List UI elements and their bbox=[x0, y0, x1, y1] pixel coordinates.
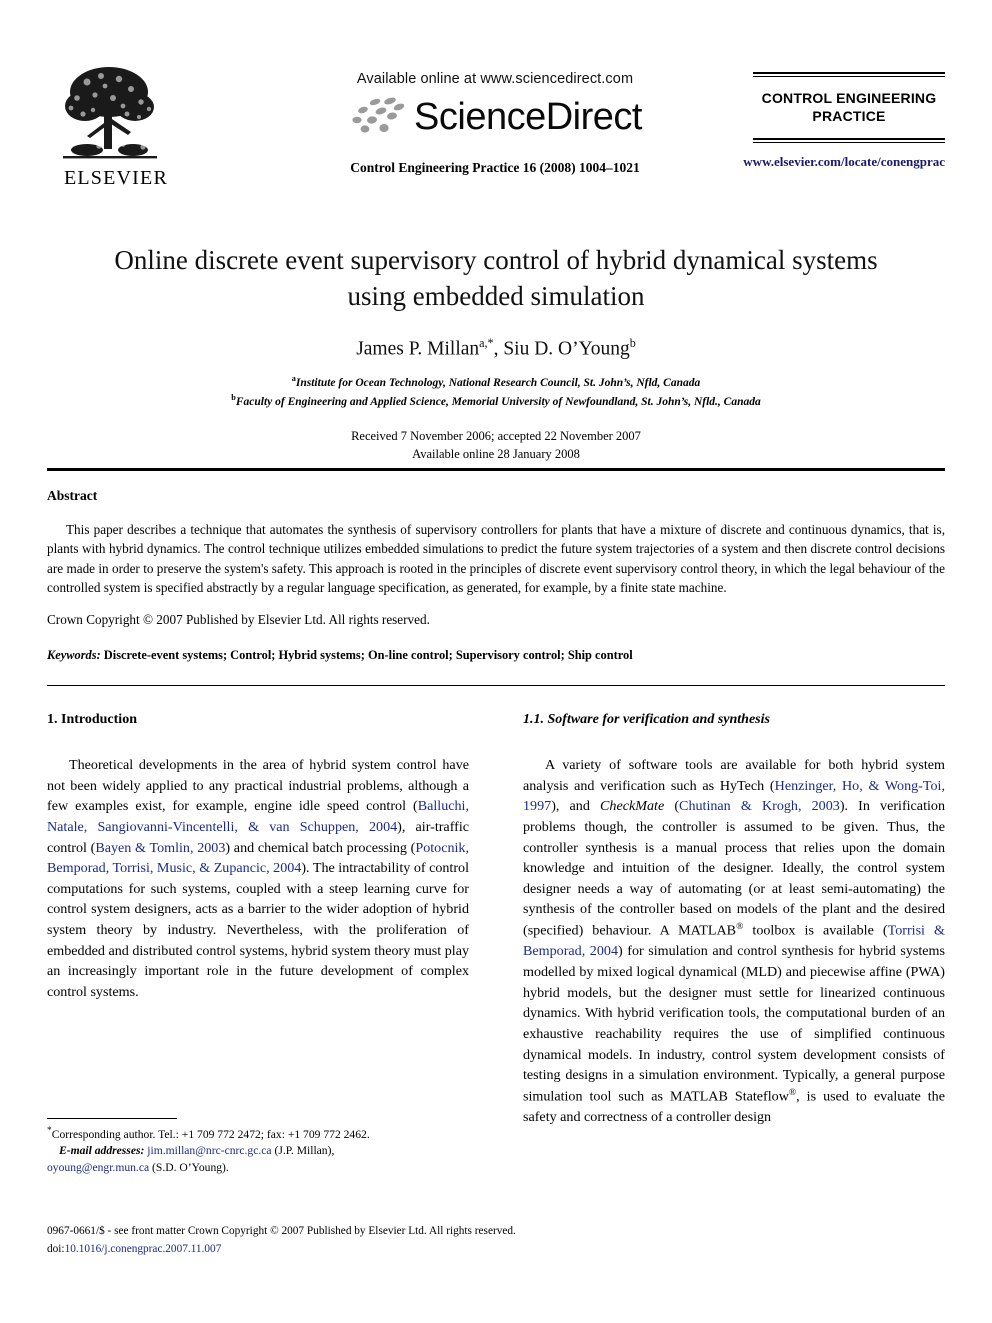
section-heading-introduction: 1. Introduction bbox=[47, 712, 137, 727]
author-list: James P. Millana,*, Siu D. O’Youngb bbox=[47, 336, 945, 361]
online-date: Available online 28 January 2008 bbox=[412, 447, 580, 462]
email-owner-2: (S.D. O’Young). bbox=[149, 1160, 229, 1174]
citation-link[interactable]: Bayen & Tomlin, 2003 bbox=[95, 840, 225, 856]
abstract-body: This paper describes a technique that au… bbox=[47, 522, 945, 595]
author-1-marker: a,* bbox=[479, 335, 494, 350]
journal-badge-title: CONTROL ENGINEERING PRACTICE bbox=[761, 90, 937, 124]
publication-dates: Received 7 November 2006; accepted 22 No… bbox=[47, 428, 945, 464]
email-line-2: oyoung@engr.mun.ca (S.D. O’Young). bbox=[47, 1160, 469, 1176]
author-2-marker: b bbox=[629, 335, 636, 350]
elsevier-logo: ELSEVIER bbox=[57, 62, 175, 190]
body-text-run: toolbox is available ( bbox=[743, 922, 888, 939]
abstract-heading: Abstract bbox=[47, 488, 98, 503]
column-right: 1.1. Software for verification and synth… bbox=[523, 712, 945, 1128]
body-text-run: ) and chemical batch processing ( bbox=[225, 839, 416, 856]
email-address-2[interactable]: oyoung@engr.mun.ca bbox=[47, 1161, 149, 1174]
abstract-section: Abstract This paper describes a techniqu… bbox=[47, 488, 945, 630]
keywords-line: Keywords: Discrete-event systems; Contro… bbox=[47, 648, 945, 663]
masthead: ELSEVIER Available online at www.science… bbox=[47, 58, 945, 208]
affiliation-b: bFaculty of Engineering and Applied Scie… bbox=[47, 392, 945, 411]
sciencedirect-logo-row: ScienceDirect bbox=[285, 95, 705, 139]
email-label: E-mail addresses: bbox=[59, 1144, 145, 1158]
divider-below-keywords bbox=[47, 685, 945, 686]
email-owner-1: (J.P. Millan), bbox=[271, 1144, 335, 1158]
body-text-run: ). The intractability of control computa… bbox=[47, 860, 469, 1001]
affiliation-a: aInstitute for Ocean Technology, Nationa… bbox=[47, 373, 945, 392]
email-line-1: E-mail addresses: jim.millan@nrc-cnrc.gc… bbox=[47, 1143, 469, 1159]
author-2-name: , Siu D. O’Young bbox=[493, 338, 630, 360]
journal-url-link[interactable]: www.elsevier.com/locate/conengprac bbox=[685, 154, 945, 170]
abstract-copyright: Crown Copyright © 2007 Published by Else… bbox=[47, 612, 430, 628]
available-online-text: Available online at www.sciencedirect.co… bbox=[356, 71, 634, 87]
body-text-run: ). In verification problems though, the … bbox=[523, 798, 945, 939]
affiliation-a-text: Institute for Ocean Technology, National… bbox=[295, 377, 701, 390]
title-block: Online discrete event supervisory contro… bbox=[47, 243, 945, 464]
keywords-label: Keywords: bbox=[47, 648, 101, 662]
received-date: Received 7 November 2006; accepted 22 No… bbox=[351, 429, 641, 444]
body-text-run: ( bbox=[664, 798, 680, 815]
elsevier-wordmark: ELSEVIER bbox=[63, 167, 169, 189]
affiliation-b-text: Faculty of Engineering and Applied Scien… bbox=[235, 396, 761, 409]
sciencedirect-block: Available online at www.sciencedirect.co… bbox=[285, 71, 705, 176]
sciencedirect-wordmark: ScienceDirect bbox=[414, 96, 642, 138]
body-text-run: ) for simulation and control synthesis f… bbox=[523, 943, 945, 1105]
software-paragraph: A variety of software tools are availabl… bbox=[523, 755, 945, 1128]
doi-line: doi:10.1016/j.conengprac.2007.11.007 bbox=[47, 1240, 945, 1258]
emphasis-text: CheckMate bbox=[600, 798, 665, 815]
footnote-block: *Corresponding author. Tel.: +1 709 772 … bbox=[47, 1118, 469, 1176]
section-heading-software: 1.1. Software for verification and synth… bbox=[523, 712, 770, 727]
column-left: 1. Introduction Theoretical developments… bbox=[47, 712, 469, 1003]
body-text-run: ), and bbox=[551, 798, 601, 815]
elsevier-tree-icon bbox=[57, 62, 163, 166]
sciencedirect-swoosh-icon bbox=[352, 97, 405, 133]
body-text-run: Theoretical developments in the area of … bbox=[47, 757, 469, 815]
corresponding-author-note: *Corresponding author. Tel.: +1 709 772 … bbox=[47, 1125, 469, 1143]
page-footer: 0967-0661/$ - see front matter Crown Cop… bbox=[47, 1222, 945, 1259]
email-address-1[interactable]: jim.millan@nrc-cnrc.gc.ca bbox=[147, 1144, 271, 1157]
journal-citation: Control Engineering Practice 16 (2008) 1… bbox=[350, 160, 640, 175]
intro-paragraph: Theoretical developments in the area of … bbox=[47, 755, 469, 1003]
citation-link[interactable]: Chutinan & Krogh, 2003 bbox=[679, 798, 840, 814]
footnote-rule bbox=[47, 1118, 177, 1119]
keywords-text: Discrete-event systems; Control; Hybrid … bbox=[100, 648, 633, 662]
affiliations: aInstitute for Ocean Technology, Nationa… bbox=[47, 373, 945, 411]
paper-page: ELSEVIER Available online at www.science… bbox=[0, 0, 992, 1323]
badge-rule-bottom bbox=[753, 137, 945, 143]
doi-label: doi: bbox=[47, 1243, 65, 1256]
page-title: Online discrete event supervisory contro… bbox=[114, 245, 878, 311]
corresponding-text: Corresponding author. Tel.: +1 709 772 2… bbox=[51, 1127, 370, 1141]
issn-copyright-line: 0967-0661/$ - see front matter Crown Cop… bbox=[47, 1225, 516, 1237]
divider-above-abstract bbox=[47, 468, 945, 471]
author-1-name: James P. Millan bbox=[356, 338, 480, 360]
doi-link[interactable]: 10.1016/j.conengprac.2007.11.007 bbox=[65, 1243, 222, 1255]
journal-badge: CONTROL ENGINEERING PRACTICE www.elsevie… bbox=[743, 72, 945, 169]
